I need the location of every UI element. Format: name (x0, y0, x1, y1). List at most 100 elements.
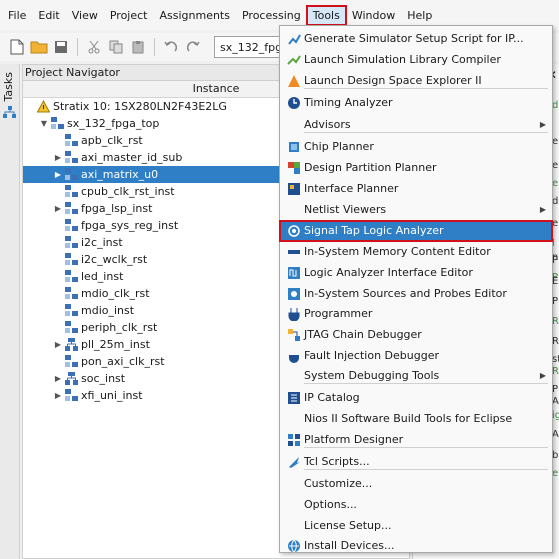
menu-item-license-setup[interactable]: License Setup... (280, 516, 552, 536)
copy-icon[interactable] (107, 38, 125, 56)
cut-icon[interactable] (85, 38, 103, 56)
menu-item-interface-planner[interactable]: Interface Planner (280, 179, 552, 199)
menu-item-chip-planner[interactable]: Chip Planner (280, 137, 552, 157)
tree-row-label: pll_25m_inst (81, 338, 150, 351)
tasks-tab[interactable]: Tasks (2, 72, 15, 101)
explorer-icon (287, 74, 301, 88)
new-file-icon[interactable] (8, 38, 26, 56)
module-icon (65, 287, 78, 300)
submenu-arrow-icon: ▶ (539, 205, 546, 214)
module-icon (65, 270, 78, 283)
fault-injection-icon (287, 349, 301, 363)
right-panel-text: R (552, 366, 559, 377)
menu-item-design-partition-planner[interactable]: Design Partition Planner (280, 158, 552, 178)
menu-tools[interactable]: Tools (305, 4, 347, 26)
tree-row-label: axi_master_id_sub (81, 151, 183, 164)
expand-arrow-icon[interactable]: ▶ (53, 370, 63, 387)
expand-arrow-icon[interactable]: ▶ (53, 336, 63, 353)
tree-row-label: Stratix 10: 1SX280LN2F43E2LG (53, 100, 227, 113)
tasks-sidebar: Tasks (0, 64, 20, 559)
menu-item-in-system-memory-content-editor[interactable]: In-System Memory Content Editor (280, 242, 552, 262)
menu-item-label: Tcl Scripts... (304, 455, 370, 468)
programmer-icon (287, 307, 301, 322)
module-icon (65, 321, 78, 334)
menu-item-launch-design-space-explorer-ii[interactable]: Launch Design Space Explorer II (280, 71, 552, 91)
expand-arrow-icon[interactable]: ▶ (53, 200, 63, 217)
redo-icon[interactable] (184, 38, 202, 56)
tree-row-label: mdio_clk_rst (81, 287, 150, 300)
right-panel-text: en (552, 136, 559, 147)
menu-item-options[interactable]: Options... (280, 495, 552, 515)
menu-item-platform-designer[interactable]: Platform Designer (280, 430, 552, 450)
menu-item-label: Logic Analyzer Interface Editor (304, 266, 473, 279)
menu-item-launch-simulation-library-compiler[interactable]: Launch Simulation Library Compiler (280, 50, 552, 70)
menu-item-netlist-viewers[interactable]: Netlist Viewers ▶ (280, 200, 552, 220)
menu-item-label: JTAG Chain Debugger (304, 328, 422, 341)
menu-project[interactable]: Project (104, 6, 154, 25)
menu-item-label: Fault Injection Debugger (304, 349, 439, 362)
tree-row-label: apb_clk_rst (81, 134, 143, 147)
menu-assignments[interactable]: Assignments (153, 6, 236, 25)
menu-item-system-debugging-tools[interactable]: System Debugging Tools ▶ (280, 366, 552, 386)
chip-planner-icon (287, 140, 301, 154)
menu-item-generate-simulator-setup-script-for-ip[interactable]: Generate Simulator Setup Script for IP..… (280, 29, 552, 49)
menu-file[interactable]: File (2, 6, 32, 25)
menu-item-signal-tap-logic-analyzer[interactable]: Signal Tap Logic Analyzer (279, 220, 553, 242)
menu-edit[interactable]: Edit (32, 6, 65, 25)
platform-designer-icon (287, 433, 301, 447)
collapse-arrow-icon[interactable]: ▼ (39, 115, 49, 132)
menu-item-customize[interactable]: Customize... (280, 474, 552, 494)
menu-item-label: Generate Simulator Setup Script for IP..… (304, 32, 524, 45)
expand-arrow-icon[interactable]: ▶ (53, 149, 63, 166)
menu-item-label: Launch Design Space Explorer II (304, 74, 482, 87)
module-icon (65, 151, 78, 164)
toolbar-separator (77, 38, 78, 56)
module-icon (65, 168, 78, 181)
module-icon (65, 236, 78, 249)
undo-icon[interactable] (162, 38, 180, 56)
menu-item-install-devices[interactable]: Install Devices... (280, 536, 552, 556)
menu-item-label: Platform Designer (304, 433, 404, 446)
menu-item-tcl-scripts[interactable]: Tcl Scripts... (280, 452, 552, 472)
sources-probes-icon (287, 287, 301, 301)
tree-row-label: fpga_lsp_inst (81, 202, 153, 215)
script-gen-icon (287, 32, 301, 46)
menu-view[interactable]: View (66, 6, 104, 25)
menu-item-logic-analyzer-interface-editor[interactable]: Logic Analyzer Interface Editor (280, 263, 552, 283)
module-icon (65, 202, 78, 215)
menu-item-ip-catalog[interactable]: IP Catalog (280, 388, 552, 408)
menu-item-in-system-sources-and-probes-editor[interactable]: In-System Sources and Probes Editor (280, 284, 552, 304)
module-icon (65, 253, 78, 266)
menu-item-label: Design Partition Planner (304, 161, 437, 174)
menu-item-nios-ii-software-build-tools-for-eclipse[interactable]: Nios II Software Build Tools for Eclipse (280, 409, 552, 429)
ip-catalog-icon (287, 391, 301, 405)
menu-item-jtag-chain-debugger[interactable]: JTAG Chain Debugger (280, 325, 552, 345)
menu-help[interactable]: Help (401, 6, 438, 25)
logic-analyzer-icon (287, 266, 301, 280)
tree-row-label: sx_132_fpga_top (67, 117, 160, 130)
menu-item-label: In-System Memory Content Editor (304, 245, 491, 258)
save-icon[interactable] (52, 38, 70, 56)
module-icon (65, 355, 78, 368)
signal-tap-icon (287, 224, 301, 238)
module-icon (65, 185, 78, 198)
menu-item-label: Timing Analyzer (304, 96, 393, 109)
tree-row-label: xfi_uni_inst (81, 389, 143, 402)
menu-item-programmer[interactable]: Programmer (280, 304, 552, 324)
expand-arrow-icon[interactable]: ▶ (53, 166, 63, 183)
right-panel-text: en (552, 178, 559, 189)
memory-editor-icon (287, 245, 301, 259)
menu-window[interactable]: Window (346, 6, 401, 25)
menu-item-label: License Setup... (304, 519, 392, 532)
tree-row-label: periph_clk_rst (81, 321, 158, 334)
tcl-icon (287, 455, 301, 469)
hierarchy-icon[interactable] (3, 106, 16, 122)
menu-processing[interactable]: Processing (236, 6, 307, 25)
menu-item-fault-injection-debugger[interactable]: Fault Injection Debugger (280, 346, 552, 366)
menu-item-timing-analyzer[interactable]: Timing Analyzer (280, 93, 552, 113)
expand-arrow-icon[interactable]: ▶ (53, 387, 63, 404)
paste-icon[interactable] (129, 38, 147, 56)
menu-item-advisors[interactable]: Advisors ▶ (280, 115, 552, 135)
open-folder-icon[interactable] (30, 38, 48, 56)
menu-item-label: Netlist Viewers (304, 203, 387, 216)
